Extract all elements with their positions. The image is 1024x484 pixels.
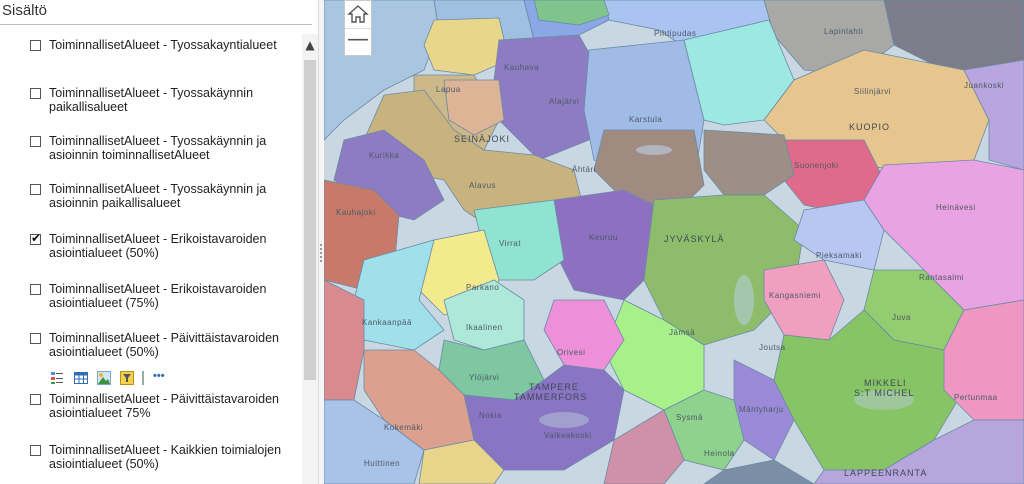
layer-checkbox[interactable]: [30, 40, 41, 51]
layer-label: ToiminnallisetAlueet - Kaikkien toimialo…: [49, 443, 282, 471]
place-label: Huittinen: [364, 459, 400, 468]
place-label: Rantasalmi: [919, 273, 964, 282]
place-label: Sysmä: [676, 413, 703, 422]
title-divider: [0, 24, 312, 25]
layer-checkbox[interactable]: [30, 333, 41, 344]
city-label: SEINÄJOKI: [454, 134, 510, 144]
place-label: Lapua: [436, 85, 461, 94]
place-label: Siilinjärvi: [854, 87, 891, 96]
layer-checkbox[interactable]: [30, 394, 41, 405]
place-label: Keuruu: [589, 233, 618, 242]
place-label: Juankoski: [964, 81, 1004, 90]
layer-checkbox[interactable]: [30, 184, 41, 195]
place-label: Pihtipudas: [654, 29, 696, 38]
place-label: Parkano: [466, 283, 499, 292]
place-label: Ylöjärvi: [469, 373, 499, 382]
city-label: JYVÄSKYLÄ: [664, 234, 725, 244]
layer-label: ToiminnallisetAlueet - Tyossakäynnin ja …: [49, 134, 267, 162]
zoom-out-button[interactable]: —: [345, 29, 371, 55]
place-label: Jämsä: [669, 328, 695, 337]
legend-icon[interactable]: [50, 371, 64, 385]
place-label: Heinola: [704, 449, 735, 458]
lake: [734, 275, 754, 325]
layer-label: ToiminnallisetAlueet - Erikoistavaroiden…: [49, 282, 267, 310]
lake: [539, 412, 589, 428]
panel-title: Sisältö: [2, 2, 48, 19]
layer-label: ToiminnallisetAlueet - Tyossakayntialuee…: [49, 38, 277, 52]
place-label: Pertunmaa: [954, 393, 998, 402]
place-label: Kauhajoki: [336, 208, 376, 217]
map-canvas[interactable]: Kauhava Lapua Alajärvi Karstula Pihtipud…: [324, 0, 1024, 484]
layer-label: ToiminnallisetAlueet - Erikoistavaroiden…: [49, 232, 267, 260]
place-label: Kauhava: [504, 63, 539, 72]
layer-checkbox-checked[interactable]: [30, 231, 41, 245]
city-label: KUOPIO: [849, 122, 890, 132]
city-label: TAMMERFORS: [514, 392, 587, 402]
place-label: Ähtäri: [572, 165, 596, 174]
place-label: Pieksamaki: [816, 251, 862, 260]
place-label: Kurikka: [369, 151, 399, 160]
place-label: Juva: [892, 313, 911, 322]
layer-checkbox[interactable]: [30, 445, 41, 456]
region: [324, 279, 365, 401]
city-label: LAPPEENRANTA: [844, 468, 927, 478]
layer-label: ToiminnallisetAlueet - Tyossakäynnin ja …: [49, 182, 267, 210]
more-icon[interactable]: •••: [153, 371, 173, 385]
map-view[interactable]: Kauhava Lapua Alajärvi Karstula Pihtipud…: [324, 0, 1024, 484]
place-label: Heinävesi: [936, 203, 976, 212]
layer-label: ToiminnallisetAlueet - Tyossakäynnin pai…: [49, 86, 254, 114]
place-label: Joutsa: [759, 343, 786, 352]
layer-label: ToiminnallisetAlueet - Päivittäistavaroi…: [49, 392, 279, 420]
place-label: Mäntyharju: [739, 405, 784, 414]
city-label: MIKKELI: [864, 378, 907, 388]
place-label: Orivesi: [557, 348, 585, 357]
table-icon[interactable]: [74, 371, 88, 385]
panel-scrollbar[interactable]: ▲: [302, 34, 318, 484]
place-label: Valkeakoski: [544, 431, 592, 440]
contents-panel: Sisältö ToiminnallisetAlueet - Tyossakay…: [0, 0, 318, 484]
splitter-grip-icon[interactable]: [320, 244, 323, 262]
place-label: Kokemäki: [384, 423, 423, 432]
toolbar-separator: [142, 371, 144, 385]
zoom-controls: —: [344, 0, 372, 56]
place-label: Suonenjoki: [794, 161, 839, 170]
home-button[interactable]: [345, 1, 371, 29]
layer-checkbox[interactable]: [30, 88, 41, 99]
place-label: Kankaanpää: [362, 318, 412, 327]
lake: [636, 145, 672, 155]
scroll-up-arrow-icon[interactable]: ▲: [302, 38, 318, 54]
filter-icon[interactable]: [120, 371, 134, 385]
place-label: Virrat: [499, 239, 521, 248]
place-label: Ikaalinen: [466, 323, 503, 332]
layer-label: ToiminnallisetAlueet - Päivittäistavaroi…: [49, 331, 279, 359]
layer-checkbox[interactable]: [30, 136, 41, 147]
place-label: Karstula: [629, 115, 662, 124]
layer-checkbox[interactable]: [30, 284, 41, 295]
city-label: TAMPERE: [529, 382, 579, 392]
place-label: Kangasniemi: [769, 291, 821, 300]
home-icon: [347, 5, 369, 23]
place-label: Alavus: [469, 181, 496, 190]
scroll-thumb[interactable]: [304, 60, 316, 380]
place-label: Nokia: [479, 411, 502, 420]
place-label: Lapinlahti: [824, 27, 863, 36]
image-icon[interactable]: [97, 371, 111, 385]
city-label: S:T MICHEL: [854, 388, 914, 398]
place-label: Alajärvi: [549, 97, 579, 106]
